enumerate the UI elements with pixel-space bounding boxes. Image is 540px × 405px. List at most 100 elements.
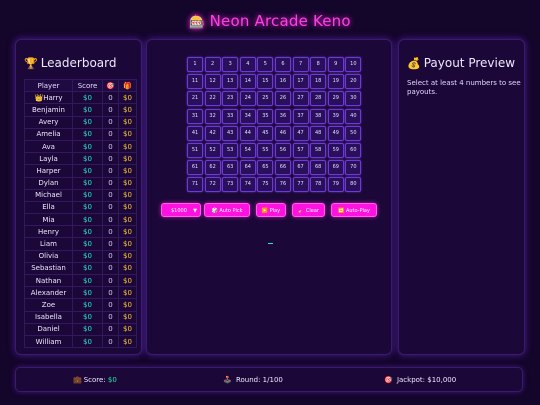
keno-number-cell[interactable]: 32 (204, 108, 221, 124)
keno-number-cell[interactable]: 28 (310, 91, 327, 107)
keno-number-cell[interactable]: 5 (257, 57, 274, 72)
keno-number-cell[interactable]: 40 (345, 108, 362, 124)
player-name-text: Isabella (35, 313, 62, 322)
keno-number-cell[interactable]: 22 (204, 91, 221, 107)
keno-number-cell[interactable]: 12 (204, 74, 221, 90)
keno-number-cell[interactable]: 26 (274, 91, 291, 107)
player-name: Sebastian (24, 261, 73, 276)
keno-number-cell[interactable]: 50 (345, 125, 362, 141)
keno-number-cell[interactable]: 4 (239, 57, 256, 72)
keno-number-cell[interactable]: 31 (187, 108, 203, 124)
keno-number-cell[interactable]: 49 (327, 125, 344, 141)
keno-number-cell[interactable]: 1 (187, 57, 203, 72)
keno-number-cell[interactable]: 73 (222, 177, 239, 193)
keno-number-cell[interactable]: 60 (345, 142, 362, 158)
keno-number-cell[interactable]: 34 (239, 108, 256, 124)
keno-number-cell[interactable]: 9 (327, 57, 344, 72)
keno-number-cell[interactable]: 63 (222, 160, 239, 176)
keno-number-cell[interactable]: 58 (310, 142, 327, 158)
clear-button[interactable]: 🧹 Clear (292, 203, 325, 217)
keno-number-cell[interactable]: 79 (327, 177, 344, 193)
keno-number-cell[interactable]: 56 (274, 142, 291, 158)
keno-number-cell[interactable]: 44 (239, 125, 256, 141)
keno-number-cell[interactable]: 23 (222, 91, 239, 107)
keno-number-cell[interactable]: 15 (257, 74, 274, 90)
target-icon: 🎯 (384, 376, 393, 384)
keno-number-cell[interactable]: 36 (274, 108, 291, 124)
keno-number-cell[interactable]: 64 (239, 160, 256, 176)
keno-number-cell[interactable]: 46 (274, 125, 291, 141)
keno-number-cell[interactable]: 70 (345, 160, 362, 176)
keno-number-cell[interactable]: 78 (310, 177, 327, 193)
player-name: Harper (24, 164, 73, 178)
keno-number-cell[interactable]: 37 (292, 108, 309, 124)
keno-number-cell[interactable]: 69 (327, 160, 344, 176)
keno-number-cell[interactable]: 38 (310, 108, 327, 124)
keno-number-cell[interactable]: 80 (345, 177, 362, 193)
keno-number-cell[interactable]: 30 (345, 91, 362, 107)
chevron-down-icon: ▼ (193, 208, 197, 214)
player-score: $0 (72, 200, 103, 215)
keno-number-cell[interactable]: 47 (292, 125, 309, 141)
keno-number-cell[interactable]: 8 (310, 57, 327, 72)
auto-play-button[interactable]: 🔁 Auto-Play (331, 203, 377, 217)
keno-number-cell[interactable]: 18 (310, 74, 327, 90)
keno-number-cell[interactable]: 2 (204, 57, 221, 72)
keno-number-cell[interactable]: 33 (222, 108, 239, 124)
keno-number-cell[interactable]: 68 (310, 160, 327, 176)
keno-number-cell[interactable]: 35 (257, 108, 274, 124)
keno-number-cell[interactable]: 75 (257, 177, 274, 193)
keno-number-cell[interactable]: 74 (239, 177, 256, 193)
keno-number-cell[interactable]: 11 (187, 74, 203, 90)
keno-number-cell[interactable]: 77 (292, 177, 309, 193)
keno-number-cell[interactable]: 10 (345, 57, 362, 72)
auto-pick-button[interactable]: 🎲 Auto Pick (204, 203, 250, 217)
keno-number-cell[interactable]: 54 (239, 142, 256, 158)
money-bag-icon: 💰 (407, 57, 421, 70)
keno-number-cell[interactable]: 72 (204, 177, 221, 193)
target-icon: 🎯 (102, 78, 119, 93)
player-hits: 0 (102, 310, 119, 324)
bet-select[interactable]: $1000 ▼ (161, 203, 201, 217)
keno-number-cell[interactable]: 24 (239, 91, 256, 107)
keno-number-cell[interactable]: 39 (327, 108, 344, 124)
keno-number-cell[interactable]: 41 (187, 125, 203, 141)
keno-number-cell[interactable]: 65 (257, 160, 274, 176)
keno-number-cell[interactable]: 52 (204, 142, 221, 158)
player-name: Dylan (24, 176, 73, 190)
keno-number-cell[interactable]: 61 (187, 160, 203, 176)
player-hits: 0 (102, 139, 119, 154)
keno-number-cell[interactable]: 76 (274, 177, 291, 193)
keno-number-cell[interactable]: 25 (257, 91, 274, 107)
keno-number-cell[interactable]: 19 (327, 74, 344, 90)
keno-number-cell[interactable]: 43 (222, 125, 239, 141)
jackpot-label: Jackpot: $10,000 (396, 376, 457, 384)
leaderboard-panel: 🏆 Leaderboard Player Score 🎯 🎁 👑Harry $0 0 $… (15, 39, 142, 355)
keno-number-cell[interactable]: 27 (292, 91, 309, 107)
keno-number-cell[interactable]: 29 (327, 91, 344, 107)
keno-number-cell[interactable]: 42 (204, 125, 221, 141)
keno-number-cell[interactable]: 3 (222, 57, 239, 72)
player-win: $0 (118, 249, 137, 263)
keno-number-cell[interactable]: 48 (310, 125, 327, 141)
keno-number-cell[interactable]: 6 (274, 57, 291, 72)
keno-number-cell[interactable]: 55 (257, 142, 274, 158)
keno-number-cell[interactable]: 67 (292, 160, 309, 176)
keno-number-cell[interactable]: 62 (204, 160, 221, 176)
keno-number-cell[interactable]: 17 (292, 74, 309, 90)
bet-value: $1000 (171, 208, 187, 214)
keno-number-cell[interactable]: 57 (292, 142, 309, 158)
keno-number-cell[interactable]: 21 (187, 91, 203, 107)
keno-number-cell[interactable]: 7 (292, 57, 309, 72)
play-button[interactable]: ▶️ Play (256, 203, 286, 217)
keno-number-cell[interactable]: 66 (274, 160, 291, 176)
keno-number-cell[interactable]: 16 (274, 74, 291, 90)
keno-number-cell[interactable]: 45 (257, 125, 274, 141)
keno-number-cell[interactable]: 59 (327, 142, 344, 158)
keno-number-cell[interactable]: 14 (239, 74, 256, 90)
keno-number-cell[interactable]: 20 (345, 74, 362, 90)
keno-number-cell[interactable]: 51 (187, 142, 203, 158)
keno-number-cell[interactable]: 71 (187, 177, 203, 193)
keno-number-cell[interactable]: 13 (222, 74, 239, 90)
keno-number-cell[interactable]: 53 (222, 142, 239, 158)
